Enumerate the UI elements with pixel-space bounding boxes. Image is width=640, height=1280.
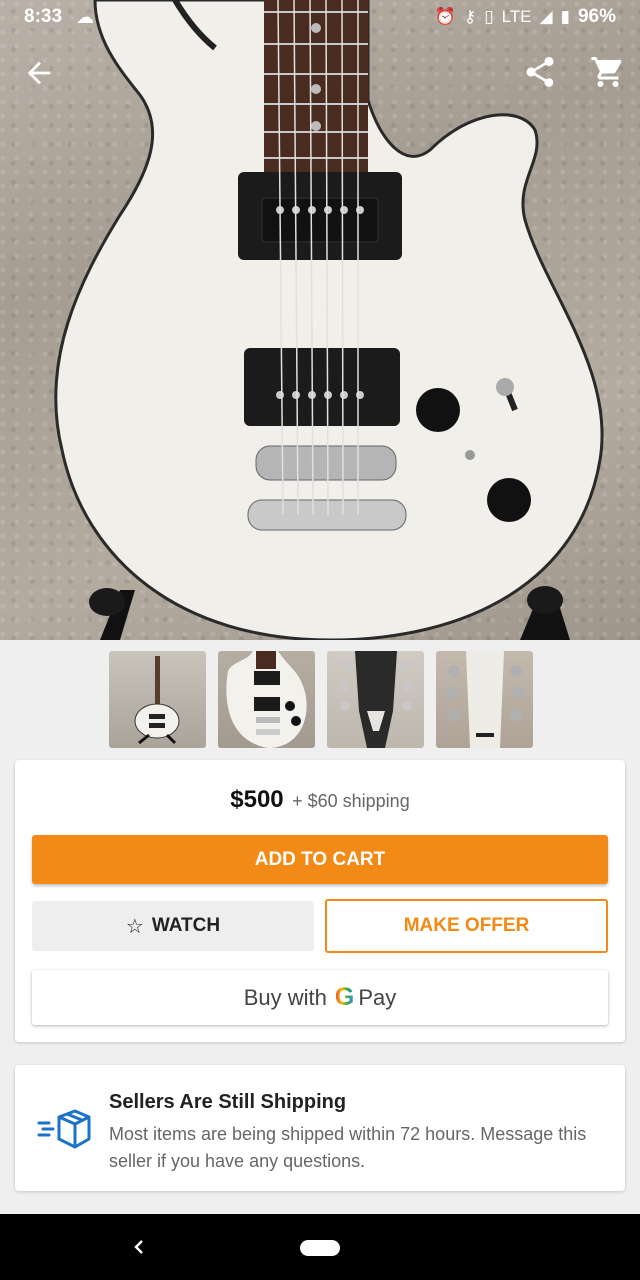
status-right: ⏰ ⚷ ▯ LTE ◢ ▮ 96% <box>435 6 616 28</box>
home-pill[interactable] <box>300 1240 340 1256</box>
shipping-box-icon <box>37 1109 91 1149</box>
notice-title: Sellers Are Still Shipping <box>109 1091 347 1113</box>
vibrate-icon: ▯ <box>484 7 494 26</box>
purchase-card: $500 + $60 shipping ADD TO CART ☆ WATCH … <box>15 760 625 1042</box>
thumbnail-2[interactable] <box>218 651 315 748</box>
battery-icon: ▮ <box>560 7 570 26</box>
share-icon[interactable] <box>522 54 558 90</box>
status-bar: 8:33 ☁ ⏰ ⚷ ▯ LTE ◢ ▮ 96% <box>0 0 640 34</box>
price: $500 <box>230 786 284 813</box>
add-to-cart-button[interactable]: ADD TO CART <box>32 835 608 884</box>
thumbnail-3[interactable] <box>327 651 424 748</box>
thumbnail-1[interactable] <box>109 651 206 748</box>
image-toolbar <box>0 52 640 92</box>
gpay-prefix: Buy with <box>243 984 327 1010</box>
guitar-illustration <box>54 0 604 640</box>
nav-back-icon[interactable] <box>128 1236 150 1258</box>
google-pay-button[interactable]: Buy with G Pay <box>32 970 608 1025</box>
watch-button[interactable]: ☆ WATCH <box>32 901 314 951</box>
back-arrow-icon[interactable] <box>22 56 56 90</box>
cloud-icon: ☁ <box>76 6 95 27</box>
status-time: 8:33 <box>24 6 63 27</box>
google-g-logo: G <box>334 983 355 1011</box>
shipping-cost: + $60 shipping <box>292 791 410 811</box>
cart-icon[interactable] <box>590 54 626 90</box>
shipping-notice-card: Sellers Are Still Shipping Most items ar… <box>15 1065 625 1191</box>
alarm-icon: ⏰ <box>434 7 456 26</box>
network-label: LTE <box>501 7 532 26</box>
make-offer-button[interactable]: MAKE OFFER <box>325 899 608 953</box>
notice-body: Most items are being shipped within 72 h… <box>109 1124 587 1171</box>
product-image[interactable] <box>0 0 640 640</box>
battery-label: 96% <box>577 6 616 27</box>
key-icon: ⚷ <box>463 7 477 26</box>
signal-icon: ◢ <box>539 7 553 26</box>
thumbnail-strip <box>109 651 533 748</box>
gpay-suffix: Pay <box>358 984 397 1010</box>
thumbnail-4[interactable] <box>436 651 533 748</box>
system-nav-bar <box>0 1214 640 1280</box>
star-outline-icon: ☆ <box>125 915 144 938</box>
price-row: $500 + $60 shipping <box>15 786 625 814</box>
watch-label: WATCH <box>151 915 221 936</box>
